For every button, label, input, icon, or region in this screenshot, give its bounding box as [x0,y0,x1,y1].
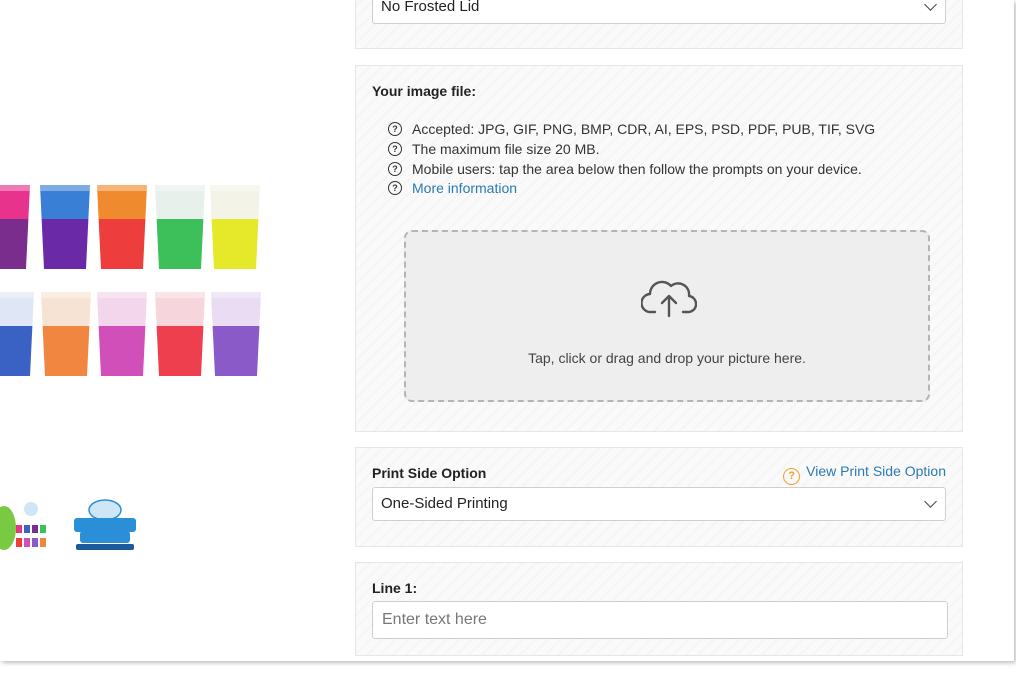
question-icon: ? [388,142,402,156]
cup-image [41,292,91,376]
print-side-label: Print Side Option [372,465,487,481]
more-information-link[interactable]: More information [412,180,517,196]
frosted-lid-panel: No Frosted Lid [355,0,963,49]
view-print-side-option-link[interactable]: ? View Print Side Option [783,463,946,485]
image-upload-panel: Your image file: ? Accepted: JPG, GIF, P… [355,65,963,432]
line1-label: Line 1: [372,580,418,596]
changes-color-logo-thumbnail[interactable] [70,498,140,554]
chevron-down-icon [924,495,937,508]
question-icon: ? [388,122,402,136]
page-gutter [1016,0,1024,682]
product-image [0,0,340,660]
question-icon: ? [388,181,402,195]
dropzone-hint: Tap, click or drag and drop your picture… [528,350,806,366]
chevron-down-icon [924,0,937,11]
print-side-selected-value: One-Sided Printing [381,495,508,512]
cloud-upload-icon [641,280,697,318]
help-circle-icon: ? [783,468,801,485]
frosted-lid-selected-value: No Frosted Lid [381,0,480,15]
cup-image [97,185,147,269]
cup-image [155,185,205,269]
file-dropzone[interactable]: Tap, click or drag and drop your picture… [404,230,930,402]
cup-image [0,292,34,376]
image-upload-title: Your image file: [372,83,476,99]
frosted-lid-select[interactable]: No Frosted Lid [372,0,946,24]
print-side-select[interactable]: One-Sided Printing [372,487,946,521]
cup-image [97,292,147,376]
product-thumbnail[interactable] [0,500,56,556]
print-side-panel: Print Side Option ? View Print Side Optio… [355,447,963,547]
cup-image [210,185,260,269]
question-icon: ? [388,162,402,176]
view-print-side-option-label: View Print Side Option [806,463,946,479]
cup-image [211,292,261,376]
cup-image [155,292,205,376]
cup-image [0,185,30,269]
cup-image [40,185,90,269]
line1-text-input[interactable] [372,601,948,639]
line1-panel: Line 1: [355,562,963,656]
